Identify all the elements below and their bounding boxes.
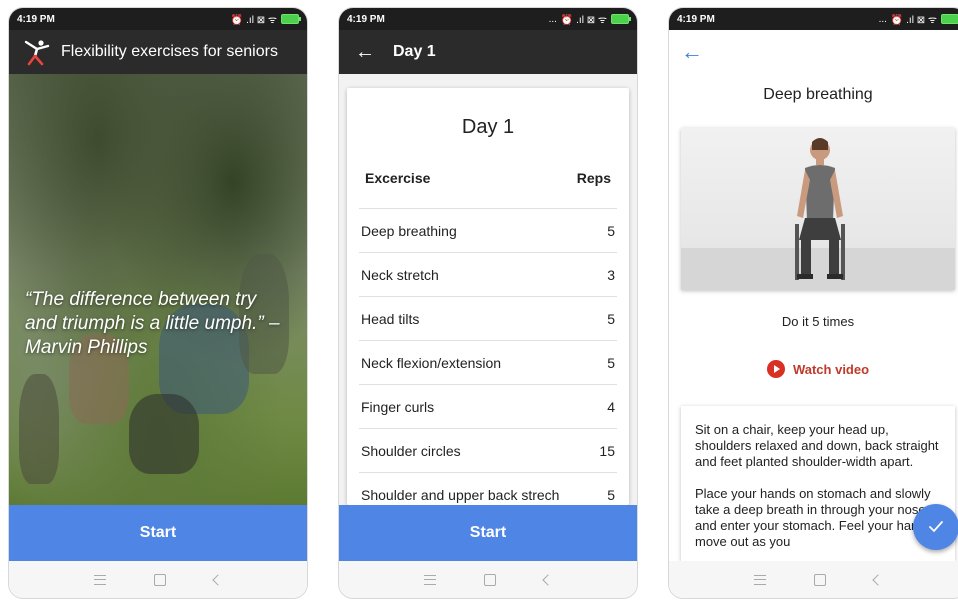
app-title: Flexibility exercises for seniors: [61, 43, 278, 60]
phone-screen-day: 4:19 PM ... ⏰ .ıl ⊠ ᯤ ← Day 1 Day 1 Exce…: [339, 8, 637, 598]
exercise-reps: 5: [607, 310, 615, 327]
exercise-reps: 5: [607, 354, 615, 371]
repetition-text: Do it 5 times: [781, 314, 855, 329]
status-bar: 4:19 PM ... ⏰ .ıl ⊠ ᯤ: [339, 8, 637, 30]
table-row[interactable]: Finger curls 4: [359, 385, 617, 429]
exercise-name: Finger curls: [361, 398, 435, 415]
exercise-reps: 5: [607, 222, 615, 239]
table-row[interactable]: Shoulder circles 15: [359, 429, 617, 473]
exercise-table: Deep breathing 5 Neck stretch 3 Head tilts…: [359, 208, 617, 505]
status-icons: ... ⏰ .ıl ⊠ ᯤ: [548, 12, 631, 26]
status-more: ...: [548, 13, 557, 25]
status-bar: 4:19 PM ... ⏰ .ıl ⊠ ᯤ: [669, 8, 958, 30]
home-icon[interactable]: [154, 573, 166, 586]
exercise-reps: 5: [607, 486, 615, 503]
exercise-video-thumbnail[interactable]: [681, 128, 955, 290]
battery-icon: [941, 14, 958, 24]
woman-on-chair-image: [681, 138, 955, 290]
battery-icon: [281, 14, 301, 24]
complete-fab-button[interactable]: [913, 504, 958, 550]
system-nav-bar: [339, 561, 637, 598]
status-time: 4:19 PM: [677, 13, 715, 25]
back-arrow-icon[interactable]: ←: [353, 41, 377, 64]
menu-icon[interactable]: [754, 574, 766, 585]
exercise-name: Shoulder circles: [361, 442, 461, 459]
back-arrow-icon[interactable]: ←: [681, 39, 703, 65]
checkmark-icon: [929, 521, 943, 533]
status-icons: ... ⏰ .ıl ⊠ ᯤ: [879, 12, 958, 26]
status-indicators: ⏰ .ıl ⊠ ᯤ: [230, 15, 277, 26]
exercise-name: Head tilts: [361, 310, 420, 327]
phone-screen-home: 4:19 PM ⏰ .ıl ⊠ ᯤ Flexibility exercises …: [9, 8, 307, 598]
status-bar: 4:19 PM ⏰ .ıl ⊠ ᯤ: [9, 8, 307, 30]
table-row[interactable]: Head tilts 5: [359, 297, 617, 341]
back-icon[interactable]: [212, 573, 224, 586]
back-icon[interactable]: [542, 573, 554, 586]
status-indicators: ⏰ .ıl ⊠ ᯤ: [560, 15, 607, 26]
status-time: 4:19 PM: [17, 13, 55, 25]
table-row[interactable]: Shoulder and upper back strech 5: [359, 473, 617, 505]
start-button[interactable]: Start: [9, 505, 307, 561]
youtube-play-icon: [766, 360, 785, 378]
menu-icon[interactable]: [94, 574, 106, 585]
instructions-paragraph: Sit on a chair, keep your head up, shoul…: [695, 422, 939, 469]
home-icon[interactable]: [484, 573, 496, 586]
status-indicators: ⏰ .ıl ⊠ ᯤ: [890, 15, 937, 26]
menu-icon[interactable]: [424, 574, 436, 585]
card-title: Day 1: [461, 116, 515, 138]
watch-video-link[interactable]: Watch video: [669, 360, 958, 378]
system-nav-bar: [9, 561, 307, 598]
exercise-reps: 15: [599, 442, 615, 459]
phone-screen-exercise: 4:19 PM ... ⏰ .ıl ⊠ ᯤ ← Deep breathing D: [669, 8, 958, 598]
instructions-paragraph: Place your hands on stomach and slowly t…: [695, 486, 933, 549]
table-row[interactable]: Neck flexion/extension 5: [359, 341, 617, 385]
exercise-reps: 4: [607, 398, 615, 415]
status-more: ...: [878, 13, 887, 25]
exercise-card: Day 1 Excercise Reps Deep breathing 5 Nec…: [347, 88, 629, 505]
exercise-header: ←: [669, 30, 958, 74]
exercise-reps: 3: [607, 266, 615, 283]
app-bar: ← Day 1: [339, 30, 637, 74]
instructions-card: Sit on a chair, keep your head up, shoul…: [681, 406, 955, 561]
exercise-name: Deep breathing: [361, 222, 457, 239]
exercise-title: Deep breathing: [763, 86, 873, 103]
battery-icon: [611, 14, 631, 24]
watch-video-label: Watch video: [792, 361, 870, 377]
back-icon[interactable]: [872, 573, 884, 586]
start-button[interactable]: Start: [339, 505, 637, 561]
table-header: Excercise Reps: [347, 170, 629, 200]
app-bar-title: Day 1: [393, 43, 436, 60]
exercise-name: Shoulder and upper back strech: [361, 486, 560, 503]
system-nav-bar: [669, 561, 958, 598]
home-icon[interactable]: [814, 573, 826, 586]
column-header-exercise: Excercise: [365, 170, 431, 186]
column-header-reps: Reps: [576, 170, 611, 186]
table-row[interactable]: Deep breathing 5: [359, 209, 617, 253]
status-time: 4:19 PM: [347, 13, 385, 25]
exercise-name: Neck stretch: [361, 266, 439, 283]
app-bar: Flexibility exercises for seniors: [9, 30, 307, 74]
exercise-name: Neck flexion/extension: [361, 354, 502, 371]
motivational-quote: “The difference between try and triumph …: [25, 289, 280, 358]
status-icons: ⏰ .ıl ⊠ ᯤ: [230, 12, 301, 26]
stretching-figure-icon: [24, 40, 50, 66]
table-row[interactable]: Neck stretch 3: [359, 253, 617, 297]
